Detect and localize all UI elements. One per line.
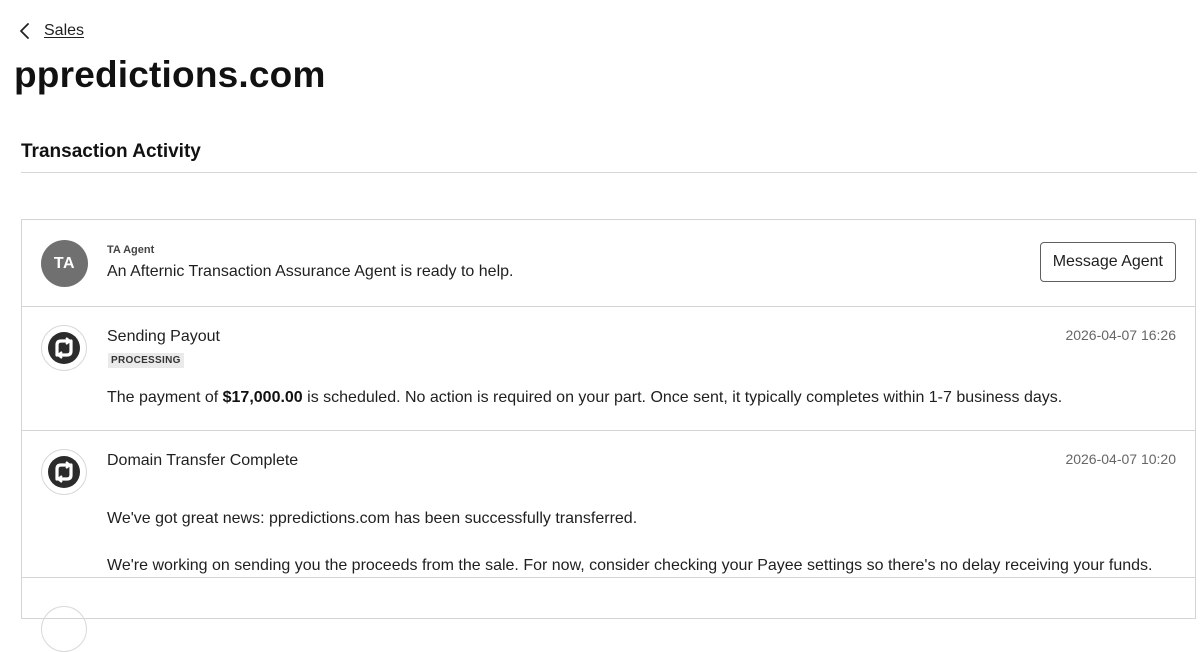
message-agent-button[interactable]: Message Agent — [1039, 242, 1176, 282]
chevron-left-icon[interactable] — [18, 22, 32, 40]
event-title: Domain Transfer Complete — [107, 452, 299, 469]
payout-description: The payment of $17,000.00 is scheduled. … — [107, 389, 1062, 407]
section-divider — [21, 172, 1197, 173]
agent-label: TA Agent — [107, 244, 155, 256]
afternic-logo-icon — [41, 325, 87, 371]
avatar: TA — [41, 240, 88, 287]
afternic-logo-icon — [41, 449, 87, 495]
agent-row: TA TA Agent An Afternic Transaction Assu… — [22, 220, 1195, 307]
transfer-followup-line: We're working on sending you the proceed… — [107, 557, 1153, 574]
activity-card: TA TA Agent An Afternic Transaction Assu… — [21, 219, 1196, 652]
breadcrumb: Sales — [18, 22, 84, 40]
back-link-sales[interactable]: Sales — [44, 22, 84, 40]
transfer-message-line: We've got great news: ppredictions.com h… — [107, 510, 638, 527]
status-badge: PROCESSING — [108, 353, 184, 368]
payout-text-before: The payment of — [107, 389, 223, 406]
activity-item-sending-payout: Sending Payout 2026-04-07 16:26 PROCESSI… — [22, 306, 1195, 431]
event-timestamp: 2026-04-07 16:26 — [1065, 327, 1176, 343]
payout-amount: $17,000.00 — [222, 389, 303, 406]
section-heading: Transaction Activity — [21, 141, 201, 162]
activity-item-domain-transfer: Domain Transfer Complete 2026-04-07 10:2… — [22, 430, 1195, 578]
event-timestamp: 2026-04-07 10:20 — [1065, 451, 1176, 467]
event-title: Sending Payout — [107, 328, 220, 345]
payout-text-after: is scheduled. No action is required on y… — [302, 389, 1063, 406]
next-activity-icon — [41, 606, 87, 652]
page-title: ppredictions.com — [14, 54, 326, 95]
agent-message: An Afternic Transaction Assurance Agent … — [107, 263, 514, 280]
